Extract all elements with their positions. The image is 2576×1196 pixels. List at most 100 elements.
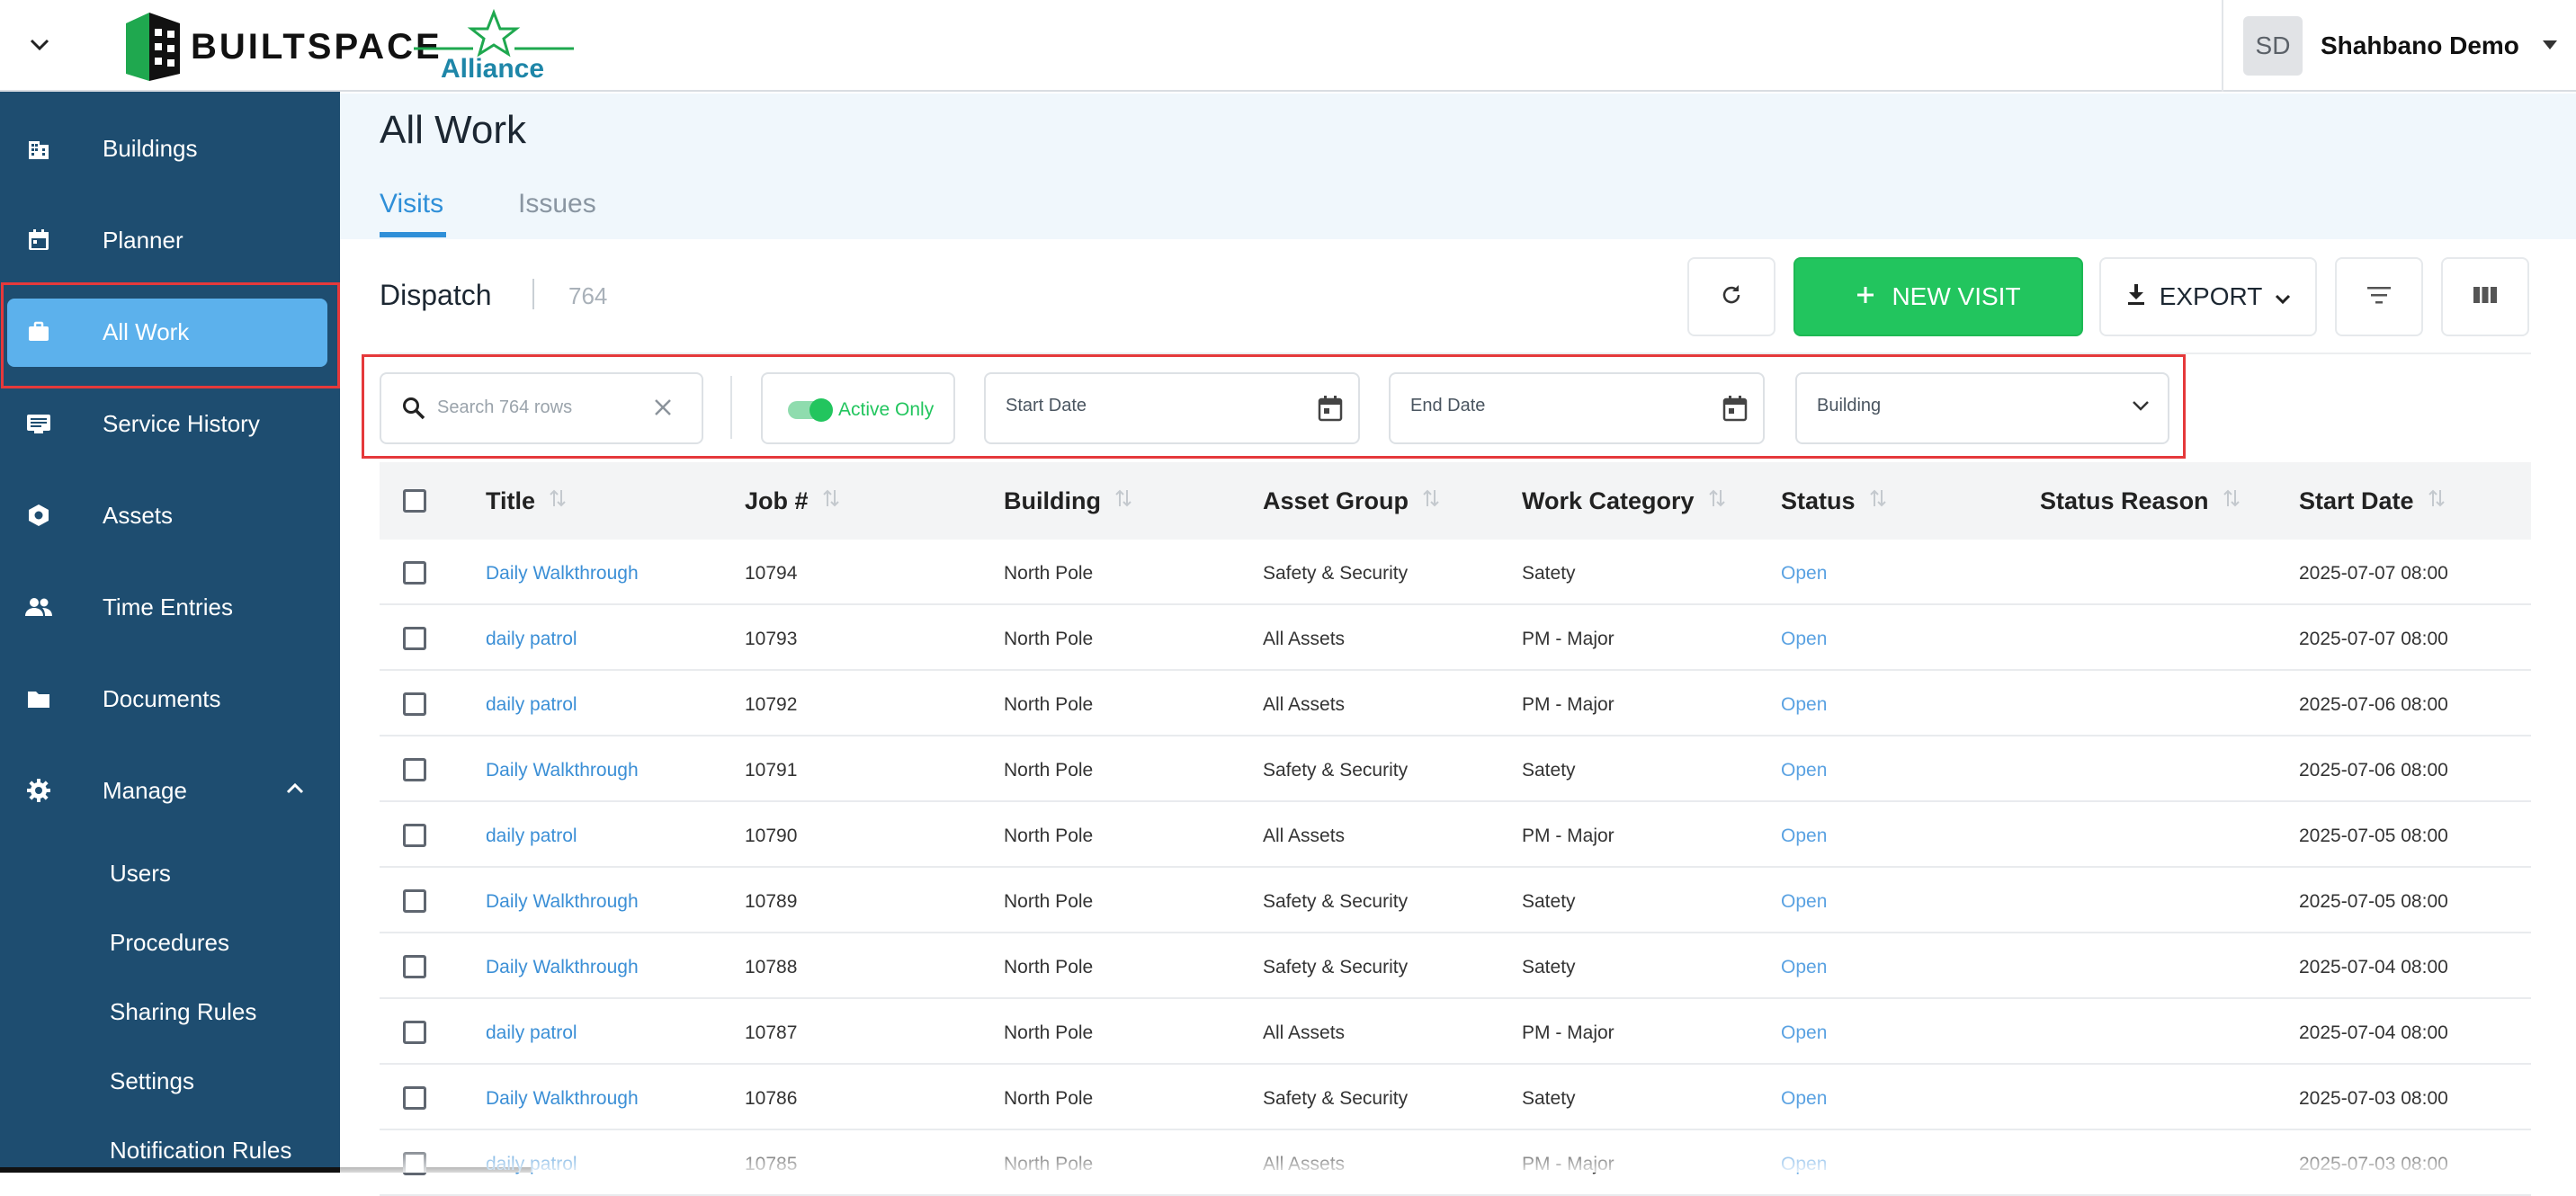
cell-title[interactable]: daily patrol: [486, 1022, 577, 1044]
active-tab-indicator: [380, 232, 446, 237]
table-row[interactable]: Daily Walkthrough 10788 North Pole Safety &…: [380, 933, 2531, 999]
table-row[interactable]: daily patrol 10790 North Pole All Assets PM …: [380, 802, 2531, 868]
cell-status[interactable]: Open: [1781, 1022, 1827, 1044]
sidebar-subitem-notification-rules[interactable]: Notification Rules: [110, 1137, 291, 1165]
export-button[interactable]: EXPORT: [2099, 257, 2317, 336]
cell-building: North Pole: [1004, 826, 1094, 846]
table-row[interactable]: Daily Walkthrough 10794 North Pole Safety &…: [380, 540, 2531, 605]
chevron-down-icon: [2275, 282, 2291, 311]
cell-title[interactable]: Daily Walkthrough: [486, 957, 639, 978]
building-select[interactable]: Building: [1795, 372, 2169, 444]
filter-button[interactable]: [2335, 257, 2423, 336]
column-header-building[interactable]: Building: [1004, 487, 1133, 515]
column-header-work-category[interactable]: Work Category: [1522, 487, 1727, 515]
end-date-field[interactable]: End Date: [1389, 372, 1765, 444]
sidebar-subitem-sharing-rules[interactable]: Sharing Rules: [110, 998, 256, 1026]
chevron-up-icon[interactable]: [286, 782, 304, 799]
tab-issues[interactable]: Issues: [518, 189, 596, 219]
folder-icon: [23, 683, 54, 714]
chevron-down-icon[interactable]: [23, 29, 56, 61]
cell-work-category: Satety: [1522, 760, 1576, 781]
sidebar-item-buildings[interactable]: Buildings: [0, 108, 340, 189]
cell-job-number: 10794: [745, 563, 798, 584]
cell-title[interactable]: Daily Walkthrough: [486, 563, 639, 585]
sidebar-item-label: Manage: [103, 776, 187, 804]
table-row[interactable]: daily patrol 10787 North Pole All Assets PM …: [380, 999, 2531, 1065]
sidebar-subitem-users[interactable]: Users: [110, 860, 171, 888]
start-date-label: Start Date: [1006, 396, 1087, 415]
row-checkbox[interactable]: [403, 1021, 426, 1044]
sidebar-item-assets[interactable]: Assets: [0, 475, 340, 556]
cell-status[interactable]: Open: [1781, 694, 1827, 716]
sidebar-item-planner[interactable]: Planner: [0, 200, 340, 281]
cell-status[interactable]: Open: [1781, 826, 1827, 847]
cell-title[interactable]: daily patrol: [486, 629, 577, 650]
cell-status[interactable]: Open: [1781, 563, 1827, 585]
columns-icon: [2473, 285, 2498, 309]
cell-title[interactable]: Daily Walkthrough: [486, 1088, 639, 1110]
alliance-logo: Alliance: [410, 8, 577, 86]
cell-title[interactable]: daily patrol: [486, 826, 577, 847]
table-row[interactable]: Daily Walkthrough 10789 North Pole Safety &…: [380, 868, 2531, 933]
tab-visits[interactable]: Visits: [380, 189, 443, 219]
start-date-field[interactable]: Start Date: [984, 372, 1360, 444]
sidebar-item-label: Buildings: [103, 134, 198, 162]
cell-building: North Pole: [1004, 694, 1094, 715]
cell-status[interactable]: Open: [1781, 760, 1827, 781]
sidebar-item-documents[interactable]: Documents: [0, 658, 340, 739]
active-only-toggle[interactable]: Active Only: [761, 372, 955, 444]
cell-job-number: 10788: [745, 957, 798, 977]
user-menu[interactable]: SD Shahbano Demo: [2222, 0, 2557, 92]
sidebar-item-service-history[interactable]: Service History: [0, 383, 340, 464]
sidebar-subitem-procedures[interactable]: Procedures: [110, 929, 229, 957]
new-visit-label: NEW VISIT: [1892, 282, 2021, 310]
cell-start-date: 2025-07-05 08:00: [2299, 891, 2448, 912]
row-checkbox[interactable]: [403, 824, 426, 847]
column-header-title[interactable]: Title: [486, 487, 568, 515]
row-count: 764: [568, 282, 608, 309]
row-checkbox[interactable]: [403, 955, 426, 978]
close-icon[interactable]: [649, 394, 676, 425]
cell-status[interactable]: Open: [1781, 629, 1827, 650]
cell-title[interactable]: Daily Walkthrough: [486, 891, 639, 913]
table-row[interactable]: daily patrol 10793 North Pole All Assets PM …: [380, 605, 2531, 671]
cell-status[interactable]: Open: [1781, 891, 1827, 913]
column-header-label: Status: [1781, 487, 1856, 514]
brand-wordmark: BUILTSPACE: [191, 27, 443, 67]
row-checkbox[interactable]: [403, 889, 426, 913]
table-row[interactable]: Daily Walkthrough 10791 North Pole Safety &…: [380, 736, 2531, 802]
column-header-job[interactable]: Job #: [745, 487, 841, 515]
sidebar-item-manage[interactable]: Manage: [0, 750, 340, 831]
cell-work-category: Satety: [1522, 957, 1576, 977]
new-visit-button[interactable]: NEW VISIT: [1793, 257, 2083, 336]
sort-icon: [2222, 487, 2241, 515]
row-checkbox[interactable]: [403, 1086, 426, 1110]
cell-title[interactable]: daily patrol: [486, 694, 577, 716]
table-row[interactable]: Daily Walkthrough 10786 North Pole Safety &…: [380, 1065, 2531, 1130]
sidebar-item-time-entries[interactable]: Time Entries: [0, 567, 340, 647]
builtspace-logo[interactable]: BUILTSPACE: [122, 11, 443, 83]
sidebar-subitem-settings[interactable]: Settings: [110, 1067, 194, 1095]
column-header-status-reason[interactable]: Status Reason: [2040, 487, 2241, 515]
refresh-button[interactable]: [1687, 257, 1775, 336]
calendar-icon[interactable]: [1722, 394, 1749, 427]
cell-title[interactable]: Daily Walkthrough: [486, 760, 639, 781]
search-input[interactable]: Search 764 rows: [380, 372, 703, 444]
column-header-status[interactable]: Status: [1781, 487, 1888, 515]
row-checkbox[interactable]: [403, 758, 426, 781]
columns-button[interactable]: [2441, 257, 2529, 336]
row-checkbox[interactable]: [403, 692, 426, 716]
calendar-icon[interactable]: [1317, 394, 1344, 427]
top-bar: BUILTSPACE Alliance SD Shahbano Demo: [0, 0, 2576, 92]
cell-job-number: 10792: [745, 694, 798, 715]
column-header-label: Job #: [745, 487, 809, 514]
row-checkbox[interactable]: [403, 627, 426, 650]
download-icon: [2125, 282, 2147, 312]
column-header-asset-group[interactable]: Asset Group: [1263, 487, 1441, 515]
table-row[interactable]: daily patrol 10792 North Pole All Assets PM …: [380, 671, 2531, 736]
row-checkbox[interactable]: [403, 561, 426, 585]
cell-status[interactable]: Open: [1781, 1088, 1827, 1110]
cell-status[interactable]: Open: [1781, 957, 1827, 978]
column-header-start-date[interactable]: Start Date: [2299, 487, 2446, 515]
select-all-checkbox[interactable]: [403, 489, 426, 513]
